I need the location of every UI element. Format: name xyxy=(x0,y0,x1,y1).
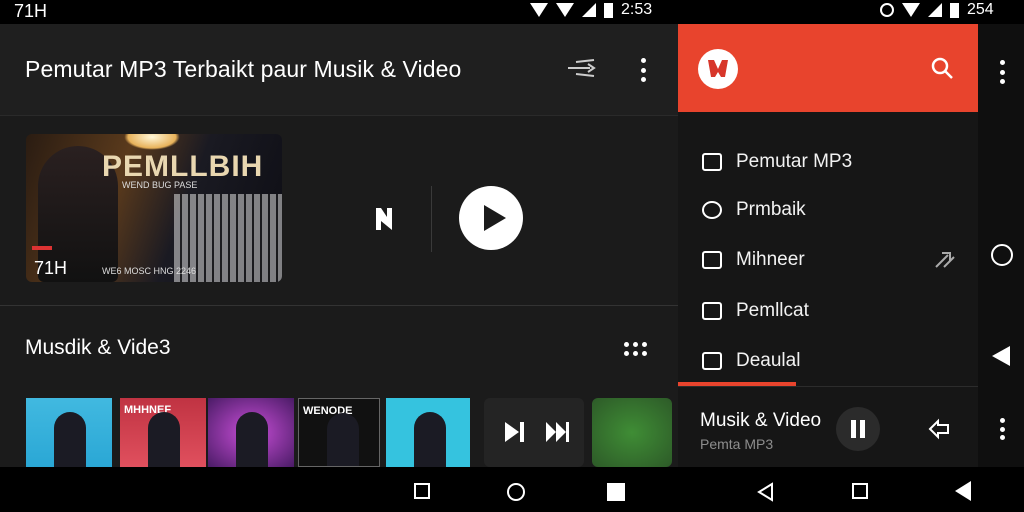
overview-square-icon[interactable] xyxy=(852,483,868,499)
app-title: Pemutar MP3 Terbaikt paur Musik & Video xyxy=(25,56,462,82)
now-playing-title: Musik & Video xyxy=(700,410,822,431)
divider xyxy=(431,186,432,252)
main-panel: Pemutar MP3 Terbaikt paur Musik & Video … xyxy=(0,24,678,467)
wifi-icon-3 xyxy=(902,3,920,17)
search-icon[interactable] xyxy=(930,56,954,80)
back-triangle-icon[interactable] xyxy=(992,346,1010,366)
cast-icon[interactable] xyxy=(566,56,598,80)
mini-controls xyxy=(484,398,584,467)
video-icon xyxy=(702,352,722,370)
now-playing-subtitle: Pemta MP3 xyxy=(700,436,774,452)
section-title: Musdik & Vide3 xyxy=(25,336,171,359)
player-card: PEMLLBIH WEND BUG PASE 71H WE6 MOSC HNG … xyxy=(0,116,678,306)
media-thumbnail[interactable]: MHHNEF xyxy=(120,398,206,467)
status-bar: 71H 2:53 254 xyxy=(0,0,1024,24)
back-filled-icon[interactable] xyxy=(955,481,971,501)
wifi-icon-2 xyxy=(556,3,574,17)
performer-graphic xyxy=(327,413,359,466)
drawer-header xyxy=(678,24,978,112)
drawer-item-deaulal[interactable]: Deaulal xyxy=(678,341,978,381)
recents-square-icon[interactable] xyxy=(414,483,430,499)
lamp-graphic xyxy=(124,134,180,150)
forward-arrow-icon xyxy=(935,252,955,268)
media-thumbnail[interactable]: WENODE xyxy=(298,398,380,467)
drawer-item-label: Mihneer xyxy=(736,249,805,270)
drawer-item-prmbaik[interactable]: Prmbaik xyxy=(678,190,978,230)
home-circle-icon[interactable] xyxy=(507,483,525,501)
signal-icon xyxy=(582,3,596,17)
wifi-icon xyxy=(530,3,548,17)
share-box-icon xyxy=(702,302,722,320)
system-nav-bar xyxy=(0,467,1024,512)
media-thumbnails-row: MHHNEF WENODE xyxy=(26,398,678,467)
battery-icon-2 xyxy=(950,2,959,18)
thumbnail-progress xyxy=(32,246,52,250)
drawer-item-label: Pemllcat xyxy=(736,300,809,321)
status-icons-right: 254 xyxy=(880,1,994,19)
drawer-item-label: Deaulal xyxy=(736,350,801,371)
navigation-drawer: Pemutar MP3 Prmbaik Mihneer Pemllcat Dea… xyxy=(678,24,978,467)
alarm-icon xyxy=(880,3,894,17)
performer-graphic xyxy=(148,412,180,467)
thumbnail-duration: 71H xyxy=(34,258,68,278)
play-button[interactable] xyxy=(459,186,523,250)
skip-next-icon[interactable] xyxy=(502,420,528,444)
performer-graphic xyxy=(414,412,446,467)
more-options-icon-edge[interactable] xyxy=(998,60,1006,84)
thumbnail-caption: WE6 MOSC HNG 2246 xyxy=(102,266,197,276)
performer-graphic xyxy=(236,412,268,467)
drawer-item-mihneer[interactable]: Mihneer xyxy=(678,240,978,280)
signal-icon-2 xyxy=(928,3,942,17)
skip-next-button[interactable] xyxy=(372,206,402,232)
drawer-item-label: Prmbaik xyxy=(736,199,806,220)
edit-icon xyxy=(702,251,722,269)
performer-graphic xyxy=(54,412,86,467)
fast-forward-icon[interactable] xyxy=(544,420,570,444)
grid-view-icon[interactable] xyxy=(624,342,648,356)
battery-icon xyxy=(604,2,613,18)
home-circle-icon[interactable] xyxy=(991,244,1013,266)
app-logo-icon[interactable] xyxy=(698,49,738,89)
media-thumbnail[interactable] xyxy=(208,398,294,467)
status-icons-main: 2:53 xyxy=(530,1,652,19)
more-options-icon[interactable] xyxy=(636,56,650,84)
drawer-item-pemutar[interactable]: Pemutar MP3 xyxy=(678,142,978,182)
status-time-left: 71H xyxy=(14,1,48,21)
status-time-right: 254 xyxy=(967,1,994,18)
status-time-middle: 2:53 xyxy=(621,1,653,18)
media-thumbnail[interactable] xyxy=(386,398,470,467)
app-bar: Pemutar MP3 Terbaikt paur Musik & Video xyxy=(0,24,678,116)
back-outline-icon[interactable] xyxy=(756,482,774,502)
media-thumbnail[interactable] xyxy=(592,398,672,467)
now-playing-thumbnail[interactable]: PEMLLBIH WEND BUG PASE 71H WE6 MOSC HNG … xyxy=(26,134,282,282)
recents-filled-icon[interactable] xyxy=(607,483,625,501)
history-icon xyxy=(702,201,722,219)
thumbnail-title: PEMLLBIH xyxy=(102,150,264,183)
thumbnail-subtitle: WEND BUG PASE xyxy=(122,180,198,190)
more-options-icon-bottom[interactable] xyxy=(998,418,1006,440)
music-note-icon xyxy=(702,153,722,171)
drawer-item-label: Pemutar MP3 xyxy=(736,151,853,172)
share-icon[interactable] xyxy=(926,416,952,442)
drawer-item-pemllcat[interactable]: Pemllcat xyxy=(678,291,978,331)
pause-button[interactable] xyxy=(836,407,880,451)
media-thumbnail[interactable] xyxy=(26,398,112,467)
divider xyxy=(678,386,978,387)
